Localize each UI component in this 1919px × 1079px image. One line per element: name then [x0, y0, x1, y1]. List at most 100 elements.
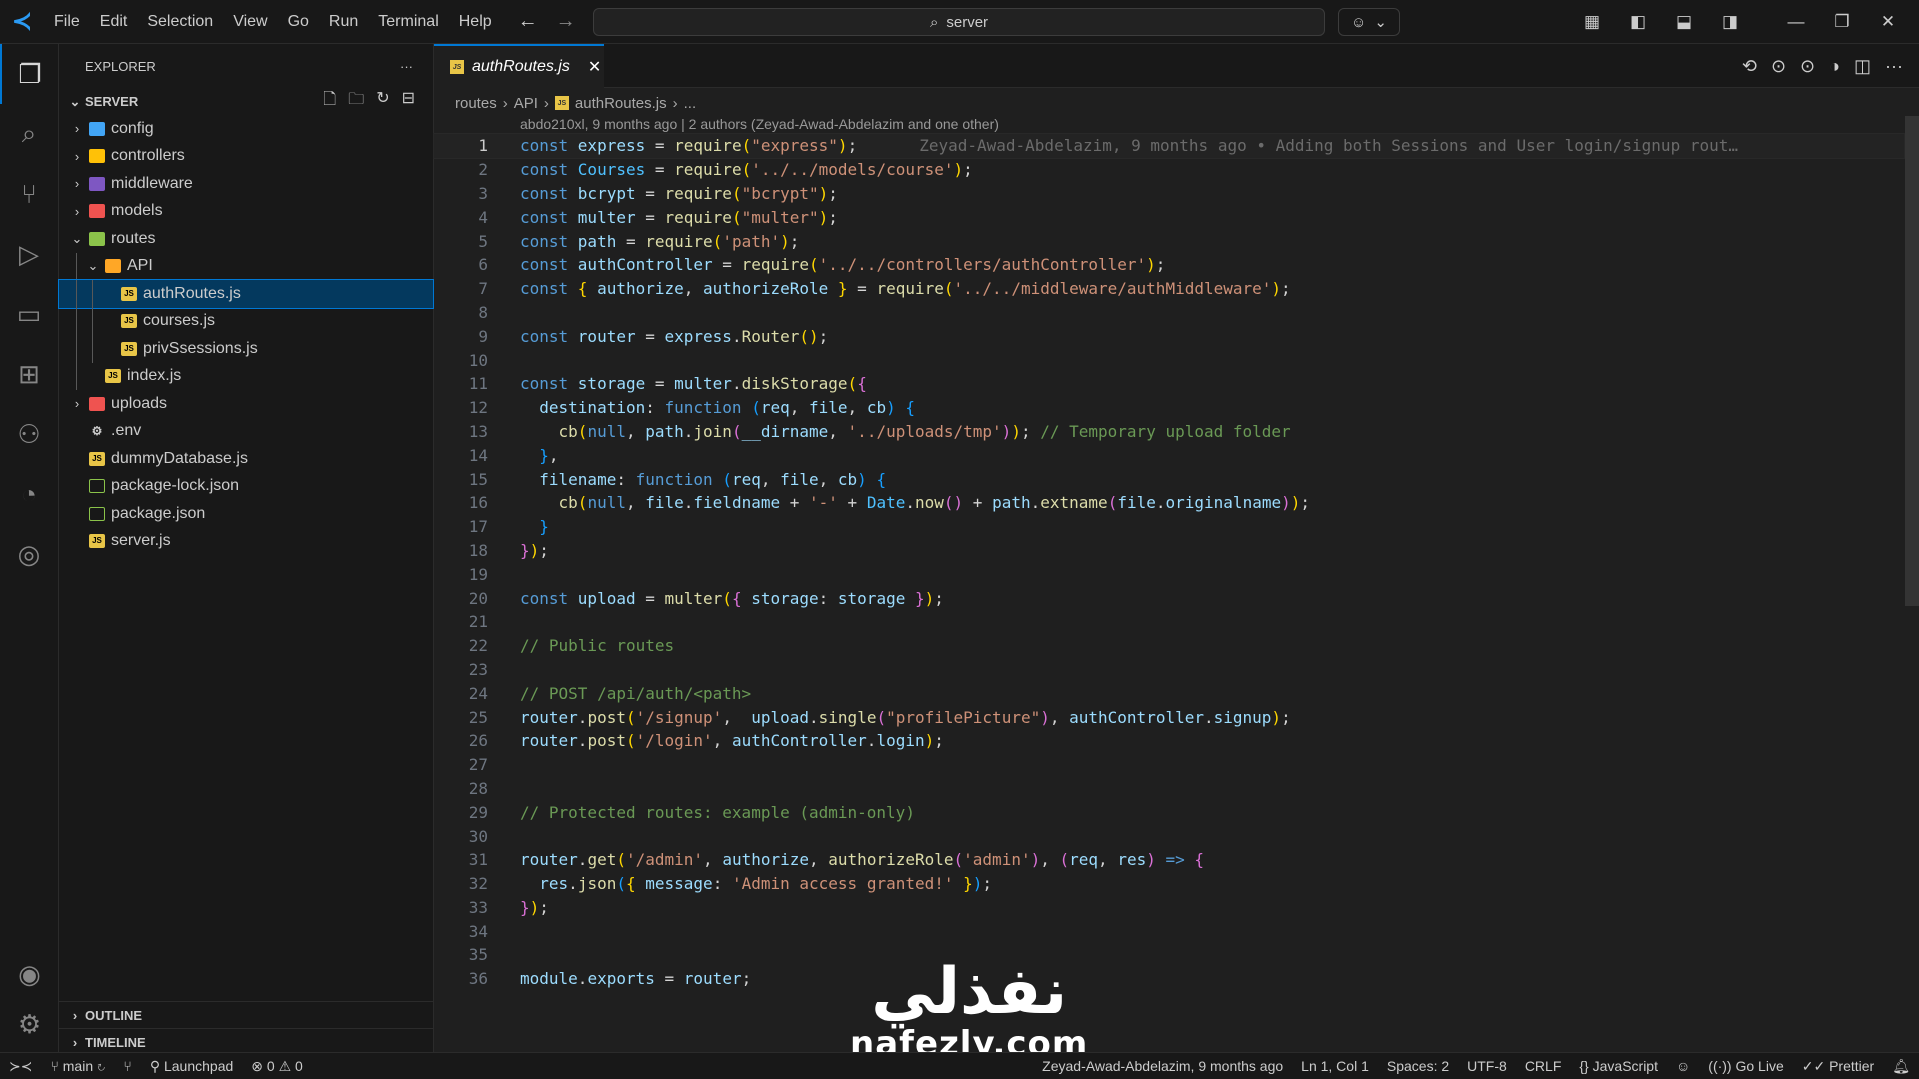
tree-item[interactable]: package-lock.json [59, 473, 433, 501]
blame-status[interactable]: Zeyad-Awad-Abdelazim, 9 months ago [1033, 1058, 1292, 1074]
code-line[interactable]: 36 module.exports = router; [434, 967, 1904, 991]
collapse-all-icon[interactable]: ⊟ [402, 88, 415, 115]
customize-layout-icon[interactable]: ▦ [1579, 12, 1605, 32]
code-line[interactable]: 26 router.post('/login', authController.l… [434, 729, 1904, 753]
forward-arrow-icon[interactable]: → [556, 10, 576, 33]
inline-blame[interactable]: Zeyad-Awad-Abdelazim, 9 months ago • Add… [919, 136, 1738, 155]
problems-indicator[interactable]: ⊗ 0 ⚠ 0 [242, 1058, 312, 1075]
toggle-panel-icon[interactable]: ⬓ [1671, 12, 1697, 32]
code-editor[interactable]: 1 const express = require("express"); Zeya… [433, 133, 1905, 991]
code-line[interactable]: 9 const router = express.Router(); [434, 324, 1904, 348]
code-line[interactable]: 30 [434, 824, 1904, 848]
code-line[interactable]: 14 }, [434, 443, 1904, 467]
breadcrumb-item[interactable]: authRoutes.js [575, 95, 667, 112]
menu-view[interactable]: View [223, 13, 277, 31]
refresh-icon[interactable]: ↻ [376, 88, 389, 115]
gitlens-icon[interactable]: ◔ [0, 464, 58, 524]
menu-terminal[interactable]: Terminal [368, 13, 448, 31]
breadcrumb-item[interactable]: routes [455, 95, 497, 112]
more-actions-icon[interactable]: ··· [400, 59, 413, 74]
copilot-button[interactable]: ☺ ⌄ [1338, 8, 1400, 36]
gitlens-blame-icon[interactable]: ◑ [1829, 56, 1840, 77]
menu-selection[interactable]: Selection [137, 13, 223, 31]
tree-item[interactable]: JS server.js [59, 528, 433, 556]
tab-authroutes[interactable]: JS authRoutes.js ✕ [434, 44, 604, 88]
code-line[interactable]: 16 cb(null, file.fieldname + '-' + Date.… [434, 491, 1904, 515]
breadcrumb-item[interactable]: ... [684, 95, 697, 112]
line-ending[interactable]: CRLF [1516, 1058, 1571, 1074]
tree-item[interactable]: › config [59, 115, 433, 143]
tree-item[interactable]: › middleware [59, 170, 433, 198]
search-icon[interactable]: ⌕ [0, 104, 58, 164]
code-line[interactable]: 22 // Public routes [434, 634, 1904, 658]
code-line[interactable]: 15 filename: function (req, file, cb) { [434, 467, 1904, 491]
code-line[interactable]: 2 const Courses = require('../../models/c… [434, 158, 1904, 182]
code-line[interactable]: 4 const multer = require("multer"); [434, 205, 1904, 229]
code-line[interactable]: 17 } [434, 515, 1904, 539]
close-tab-icon[interactable]: ✕ [588, 57, 601, 77]
explorer-icon[interactable]: ❐ [0, 44, 58, 104]
tree-item[interactable]: › controllers [59, 143, 433, 171]
go-live-button[interactable]: ((·)) Go Live [1699, 1058, 1792, 1074]
code-line[interactable]: 34 [434, 919, 1904, 943]
restore-icon[interactable]: ❐ [1829, 12, 1855, 32]
code-line[interactable]: 5 const path = require('path'); [434, 229, 1904, 253]
menu-file[interactable]: File [44, 13, 90, 31]
split-editor-icon[interactable]: ◫ [1854, 56, 1871, 77]
remote-explorer-icon[interactable]: ▭ [0, 284, 58, 344]
language-mode[interactable]: {} JavaScript [1570, 1058, 1667, 1074]
new-folder-icon[interactable]: 🗀 [348, 88, 364, 115]
indentation[interactable]: Spaces: 2 [1378, 1058, 1458, 1074]
code-line[interactable]: 3 const bcrypt = require("bcrypt"); [434, 182, 1904, 206]
code-line[interactable]: 1 const express = require("express"); Zeya… [433, 133, 1905, 159]
code-line[interactable]: 11 const storage = multer.diskStorage({ [434, 372, 1904, 396]
code-line[interactable]: 23 [434, 658, 1904, 682]
tree-item[interactable]: › uploads [59, 390, 433, 418]
tree-item[interactable]: JS dummyDatabase.js [59, 445, 433, 473]
tree-item[interactable]: package.json [59, 500, 433, 528]
code-line[interactable]: 19 [434, 562, 1904, 586]
codelens-blame[interactable]: abdo210xl, 9 months ago | 2 authors (Zey… [520, 116, 999, 132]
code-line[interactable]: 27 [434, 753, 1904, 777]
gitlens-graph-icon[interactable]: ⑂ [114, 1058, 140, 1074]
section-outline[interactable]: › OUTLINE [59, 1002, 434, 1029]
tree-item[interactable]: JS courses.js [59, 307, 433, 335]
open-changes-icon[interactable]: ⟲ [1742, 56, 1757, 77]
back-arrow-icon[interactable]: ← [518, 10, 538, 33]
menu-go[interactable]: Go [278, 13, 319, 31]
code-line[interactable]: 28 [434, 777, 1904, 801]
code-line[interactable]: 21 [434, 610, 1904, 634]
code-line[interactable]: 13 cb(null, path.join(__dirname, '../upl… [434, 420, 1904, 444]
code-line[interactable]: 29 // Protected routes: example (admin-on… [434, 800, 1904, 824]
settings-gear-icon[interactable]: ⚙ [0, 994, 59, 1054]
encoding[interactable]: UTF-8 [1458, 1058, 1516, 1074]
editor-scrollbar[interactable] [1905, 116, 1919, 606]
tree-item[interactable]: › models [59, 198, 433, 226]
prettier-status[interactable]: ✓✓ Prettier [1793, 1058, 1883, 1075]
code-line[interactable]: 8 [434, 301, 1904, 325]
tree-item[interactable]: JS index.js [59, 362, 433, 390]
remote-icon[interactable]: ≻≺ [0, 1058, 41, 1075]
extensions-icon[interactable]: ⊞ [0, 344, 58, 404]
code-line[interactable]: 10 [434, 348, 1904, 372]
menu-edit[interactable]: Edit [90, 13, 138, 31]
close-icon[interactable]: ✕ [1875, 12, 1901, 32]
python-icon[interactable]: ⚇ [0, 404, 58, 464]
section-server[interactable]: ⌄ SERVER 🗋 🗀 ↻ ⊟ [59, 88, 433, 115]
code-line[interactable]: 18}); [434, 539, 1904, 563]
code-line[interactable]: 31 router.get('/admin', authorize, author… [434, 848, 1904, 872]
more-actions-icon[interactable]: ··· [1885, 56, 1903, 77]
code-line[interactable]: 6 const authController = require('../../c… [434, 253, 1904, 277]
gitlens-inspect-icon[interactable]: ◎ [0, 524, 58, 584]
tree-item[interactable]: ⌄ routes [59, 225, 433, 253]
tree-item[interactable]: JS authRoutes.js [58, 279, 434, 309]
cursor-position[interactable]: Ln 1, Col 1 [1292, 1058, 1378, 1074]
previous-change-icon[interactable]: ⊙ [1771, 56, 1786, 77]
menu-run[interactable]: Run [319, 13, 368, 31]
code-line[interactable]: 24 // POST /api/auth/<path> [434, 681, 1904, 705]
source-control-icon[interactable]: ⑂ [0, 164, 58, 224]
toggle-sidebar-icon[interactable]: ◧ [1625, 12, 1651, 32]
code-line[interactable]: 12 destination: function (req, file, cb)… [434, 396, 1904, 420]
tree-item[interactable]: ⌄ API [59, 252, 433, 280]
menu-help[interactable]: Help [449, 13, 502, 31]
